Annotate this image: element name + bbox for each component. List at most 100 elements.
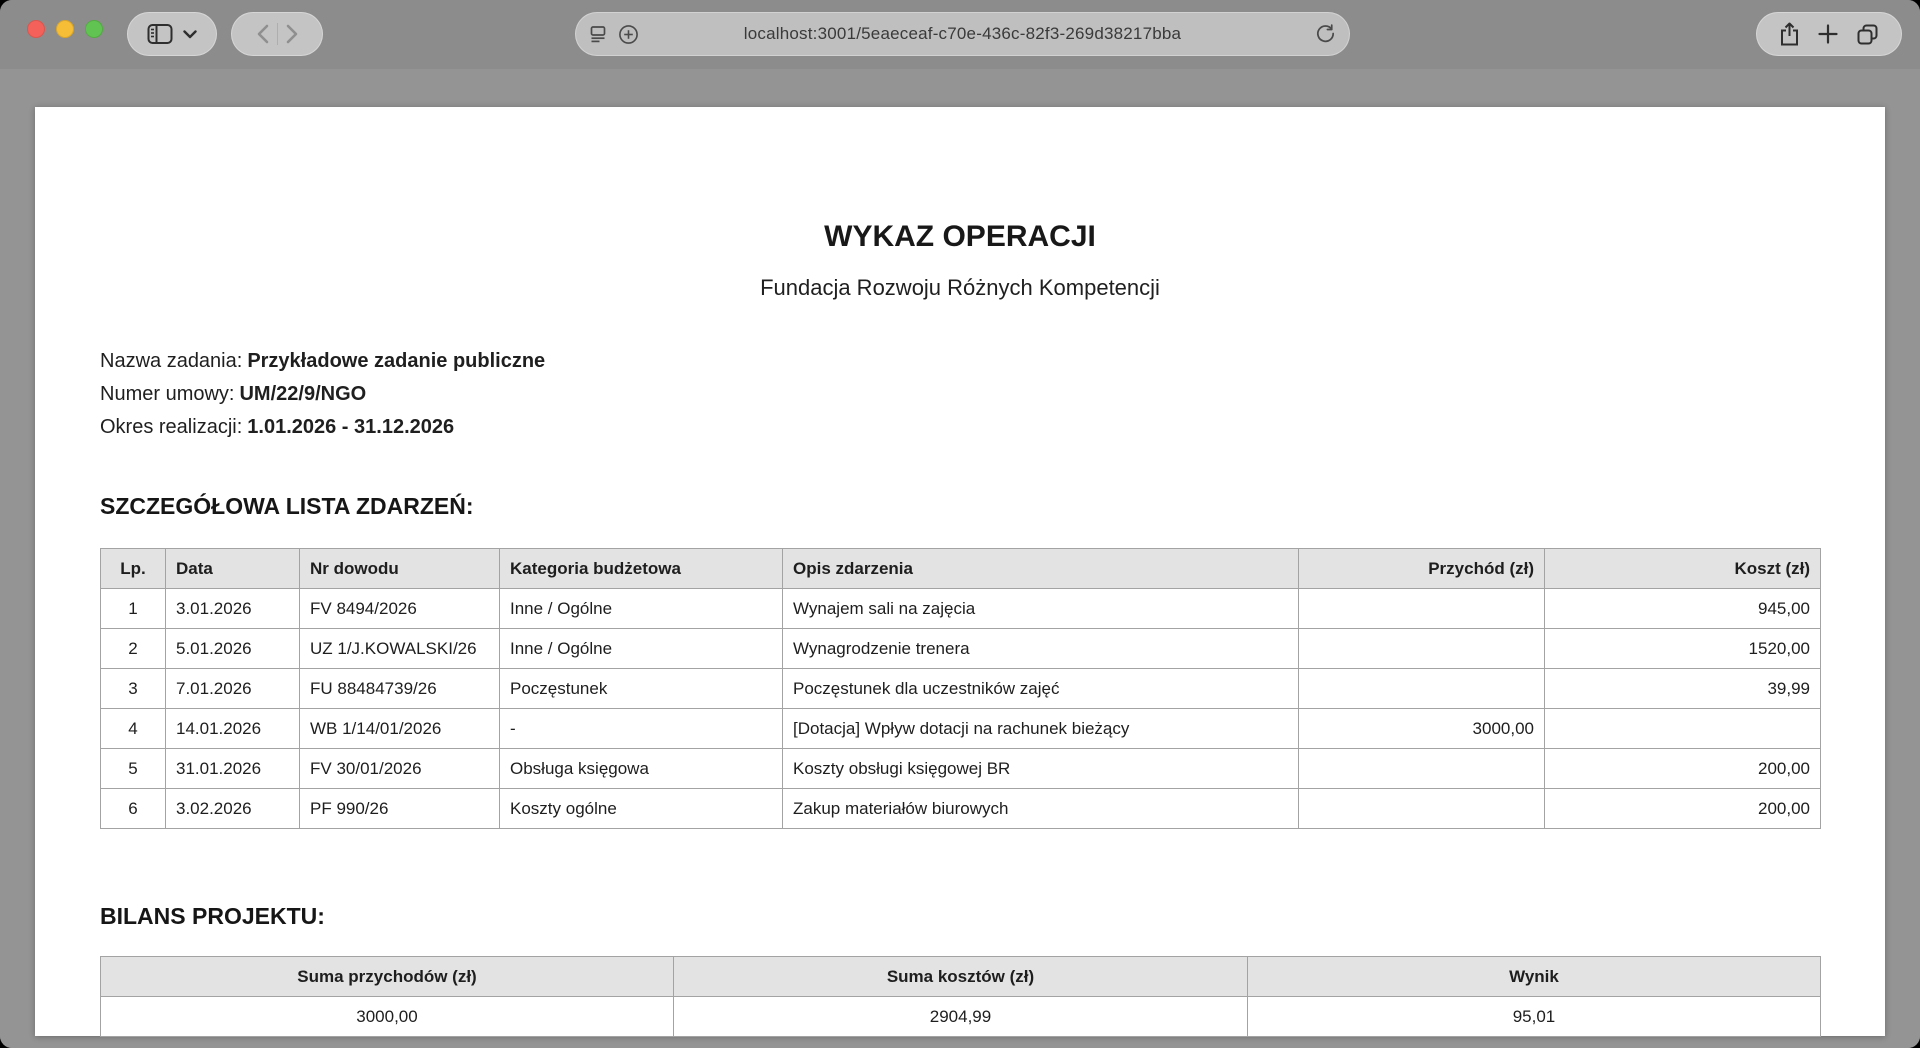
table-cell: 3 (101, 669, 166, 709)
balance-header-row: Suma przychodów (zł) Suma kosztów (zł) W… (101, 957, 1821, 997)
page-subtitle: Fundacja Rozwoju Różnych Kompetencji (35, 273, 1885, 303)
column-header: Przychód (zł) (1299, 549, 1545, 589)
table-cell (1545, 709, 1821, 749)
share-button[interactable] (1778, 21, 1801, 47)
table-cell: [Dotacja] Wpływ dotacji na rachunek bież… (783, 709, 1299, 749)
table-cell: Inne / Ogólne (500, 589, 783, 629)
balance-table: Suma przychodów (zł) Suma kosztów (zł) W… (100, 956, 1821, 1037)
table-cell: - (500, 709, 783, 749)
table-cell (1299, 669, 1545, 709)
table-row: 1 3.01.2026 FV 8494/2026 Inne / Ogólne W… (101, 589, 1821, 629)
balance-value-row: 3000,00 2904,99 95,01 (101, 997, 1821, 1037)
table-cell: 6 (101, 789, 166, 829)
table-cell: WB 1/14/01/2026 (300, 709, 500, 749)
table-cell: Wynajem sali na zajęcia (783, 589, 1299, 629)
table-cell: 1 (101, 589, 166, 629)
meta-label: Numer umowy: (100, 383, 234, 405)
chevron-down-icon (183, 30, 197, 39)
table-cell: FV 30/01/2026 (300, 749, 500, 789)
column-header: Wynik (1248, 957, 1821, 997)
table-row: 4 14.01.2026 WB 1/14/01/2026 - [Dotacja]… (101, 709, 1821, 749)
table-cell: 1520,00 (1545, 629, 1821, 669)
column-header: Data (166, 549, 300, 589)
table-cell: 39,99 (1545, 669, 1821, 709)
column-header: Opis zdarzenia (783, 549, 1299, 589)
address-bar[interactable]: localhost:3001/5eaeceaf-c70e-436c-82f3-2… (575, 12, 1350, 56)
table-row: 3 7.01.2026 FU 88484739/26 Poczęstunek P… (101, 669, 1821, 709)
back-button[interactable] (257, 24, 269, 44)
table-cell: 2 (101, 629, 166, 669)
table-cell (1299, 789, 1545, 829)
plus-circle-icon[interactable] (618, 24, 639, 45)
document-paper: WYKAZ OPERACJI Fundacja Rozwoju Różnych … (35, 107, 1885, 1036)
table-row: 2 5.01.2026 UZ 1/J.KOWALSKI/26 Inne / Og… (101, 629, 1821, 669)
close-button[interactable] (27, 20, 45, 38)
reload-icon (1314, 22, 1337, 45)
table-cell: 14.01.2026 (166, 709, 300, 749)
browser-toolbar: localhost:3001/5eaeceaf-c70e-436c-82f3-2… (0, 0, 1920, 69)
tab-overview-button[interactable] (1855, 22, 1880, 47)
new-tab-button[interactable] (1817, 23, 1839, 45)
column-header: Koszt (zł) (1545, 549, 1821, 589)
table-cell (1299, 749, 1545, 789)
table-cell: Obsługa księgowa (500, 749, 783, 789)
meta-task-name: Nazwa zadania:Przykładowe zadanie public… (100, 345, 545, 378)
table-cell: 3000,00 (101, 997, 674, 1037)
column-header: Lp. (101, 549, 166, 589)
table-cell: 31.01.2026 (166, 749, 300, 789)
table-cell: Wynagrodzenie trenera (783, 629, 1299, 669)
table-cell: Zakup materiałów biurowych (783, 789, 1299, 829)
operations-table: Lp. Data Nr dowodu Kategoria budżetowa O… (100, 548, 1821, 829)
zoom-button[interactable] (85, 20, 103, 38)
table-cell (1299, 629, 1545, 669)
table-cell: 200,00 (1545, 749, 1821, 789)
sidebar-toggle-button[interactable] (127, 12, 217, 56)
meta-label: Nazwa zadania: (100, 350, 242, 372)
table-cell: 5.01.2026 (166, 629, 300, 669)
table-cell: 2904,99 (674, 997, 1248, 1037)
url-text[interactable]: localhost:3001/5eaeceaf-c70e-436c-82f3-2… (744, 24, 1181, 44)
column-header: Kategoria budżetowa (500, 549, 783, 589)
table-cell: Poczęstunek dla uczestników zajęć (783, 669, 1299, 709)
table-cell: Koszty obsługi księgowej BR (783, 749, 1299, 789)
table-cell: PF 990/26 (300, 789, 500, 829)
plus-icon (1817, 23, 1839, 45)
traffic-lights (27, 20, 103, 38)
table-cell (1299, 589, 1545, 629)
tabs-overview-icon (1855, 22, 1880, 47)
page-title: WYKAZ OPERACJI (35, 219, 1885, 255)
share-icon (1778, 21, 1801, 47)
table-cell: FV 8494/2026 (300, 589, 500, 629)
forward-button[interactable] (286, 24, 298, 44)
table-cell: 3000,00 (1299, 709, 1545, 749)
minimize-button[interactable] (56, 20, 74, 38)
table-cell: 95,01 (1248, 997, 1821, 1037)
reload-button[interactable] (1314, 22, 1337, 45)
table-cell: 3.01.2026 (166, 589, 300, 629)
history-nav (231, 12, 323, 56)
chevron-right-icon (286, 24, 298, 44)
table-cell: Poczęstunek (500, 669, 783, 709)
table-cell: Koszty ogólne (500, 789, 783, 829)
meta-contract-number: Numer umowy:UM/22/9/NGO (100, 378, 545, 411)
task-metadata: Nazwa zadania:Przykładowe zadanie public… (100, 345, 545, 444)
table-cell: 5 (101, 749, 166, 789)
meta-value: Przykładowe zadanie publiczne (247, 350, 545, 372)
toolbar-actions (1756, 12, 1902, 56)
meta-value: UM/22/9/NGO (239, 383, 366, 405)
chevron-left-icon (257, 24, 269, 44)
column-header: Suma przychodów (zł) (101, 957, 674, 997)
table-row: 5 31.01.2026 FV 30/01/2026 Obsługa księg… (101, 749, 1821, 789)
table-cell: 200,00 (1545, 789, 1821, 829)
table-cell: 3.02.2026 (166, 789, 300, 829)
page-background: WYKAZ OPERACJI Fundacja Rozwoju Różnych … (0, 69, 1920, 1048)
table-cell: UZ 1/J.KOWALSKI/26 (300, 629, 500, 669)
table-cell: Inne / Ogólne (500, 629, 783, 669)
nav-divider (277, 23, 278, 45)
meta-period: Okres realizacji:1.01.2026 - 31.12.2026 (100, 411, 545, 444)
table-cell: 4 (101, 709, 166, 749)
table-cell: 945,00 (1545, 589, 1821, 629)
meta-value: 1.01.2026 - 31.12.2026 (247, 416, 454, 438)
reader-icon[interactable] (589, 24, 609, 44)
balance-heading: BILANS PROJEKTU: (100, 903, 325, 930)
